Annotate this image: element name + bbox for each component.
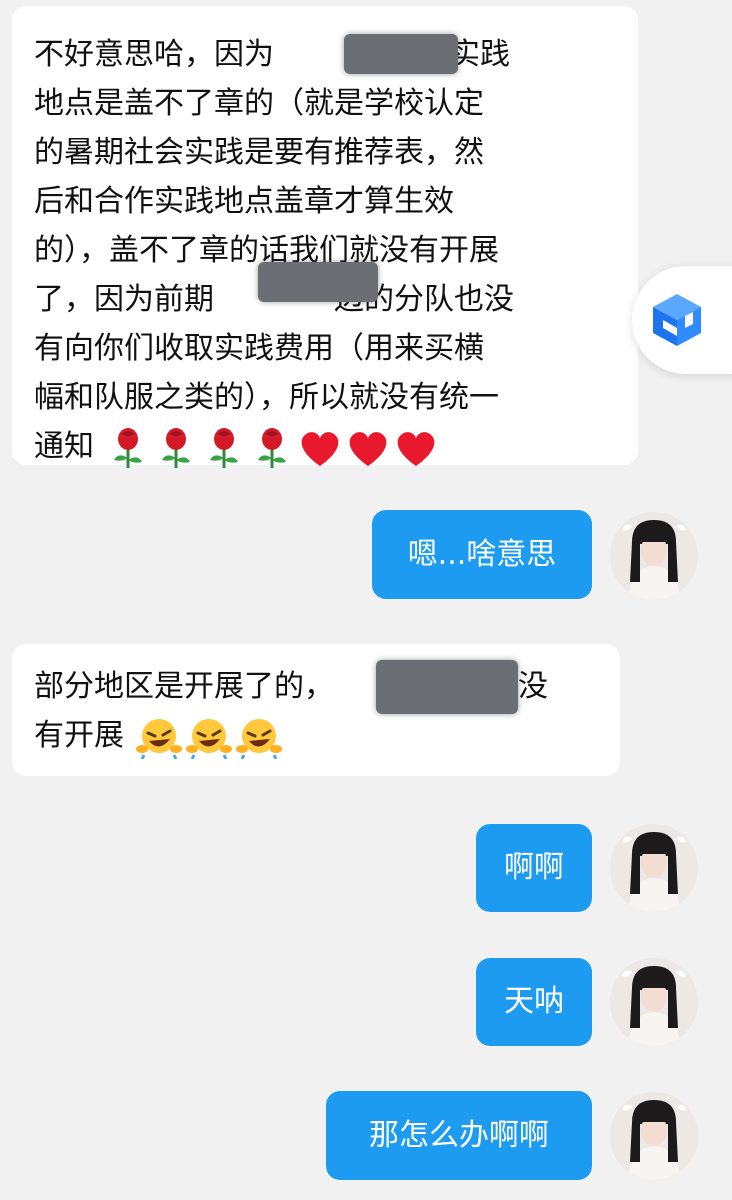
message-line: 不好意思哈，因为区的实践 xyxy=(34,37,510,72)
user-avatar[interactable] xyxy=(610,512,698,600)
received-message-bubble[interactable]: 不好意思哈，因为区的实践 地点是盖不了章的（就是学校认定 的暑期社会实践是要有推… xyxy=(12,6,638,468)
message-text: 嗯...啥意思 xyxy=(407,536,557,572)
cube-app-icon xyxy=(653,294,701,346)
rose-emoji-icon xyxy=(161,427,190,468)
rofl-emoji-icon xyxy=(185,718,232,759)
avatar-portrait-icon xyxy=(610,958,698,1046)
message-line: 后和合作实践地点盖章才算生效 xyxy=(34,184,454,219)
rose-emoji-icon xyxy=(257,427,286,468)
emoji-row xyxy=(104,426,440,470)
user-avatar[interactable] xyxy=(610,958,698,1046)
sent-message-bubble[interactable]: 嗯...啥意思 xyxy=(372,510,592,599)
redaction-mark xyxy=(258,262,378,302)
message-line: 有开展 xyxy=(34,711,600,760)
avatar-portrait-icon xyxy=(610,1092,698,1180)
redaction-mark xyxy=(344,34,458,74)
sent-message-bubble[interactable]: 那怎么办啊啊 xyxy=(326,1091,592,1180)
rose-emoji-icon xyxy=(209,427,238,468)
message-line: 有向你们收取实践费用（用来买横 xyxy=(34,331,484,366)
user-avatar[interactable] xyxy=(610,1092,698,1180)
user-avatar[interactable] xyxy=(610,824,698,912)
message-text: 那怎么办啊啊 xyxy=(369,1117,549,1153)
sent-message-bubble[interactable]: 天呐 xyxy=(476,958,592,1046)
message-line: 通知 xyxy=(34,422,618,471)
message-text: 啊啊 xyxy=(504,850,564,885)
rofl-emoji-icon xyxy=(235,718,282,759)
emoji-row xyxy=(134,715,284,759)
floating-assistant-button[interactable] xyxy=(632,266,732,374)
avatar-portrait-icon xyxy=(610,512,698,600)
message-line: 幅和队服之类的），所以就没有统一 xyxy=(34,380,499,415)
avatar-portrait-icon xyxy=(610,824,698,912)
heart-emoji-icon xyxy=(397,431,434,466)
message-text: 天呐 xyxy=(504,984,564,1019)
message-line: 地点是盖不了章的（就是学校认定 xyxy=(34,86,484,121)
heart-emoji-icon xyxy=(301,431,338,466)
rofl-emoji-icon xyxy=(135,718,182,759)
sent-message-bubble[interactable]: 啊啊 xyxy=(476,824,592,912)
rose-emoji-icon xyxy=(113,427,142,468)
redaction-mark xyxy=(376,660,518,714)
received-message-bubble[interactable]: 部分地区是开展了的，地区没 有开展 xyxy=(12,644,620,776)
heart-emoji-icon xyxy=(349,431,386,466)
message-line: 的暑期社会实践是要有推荐表，然 xyxy=(34,135,484,170)
